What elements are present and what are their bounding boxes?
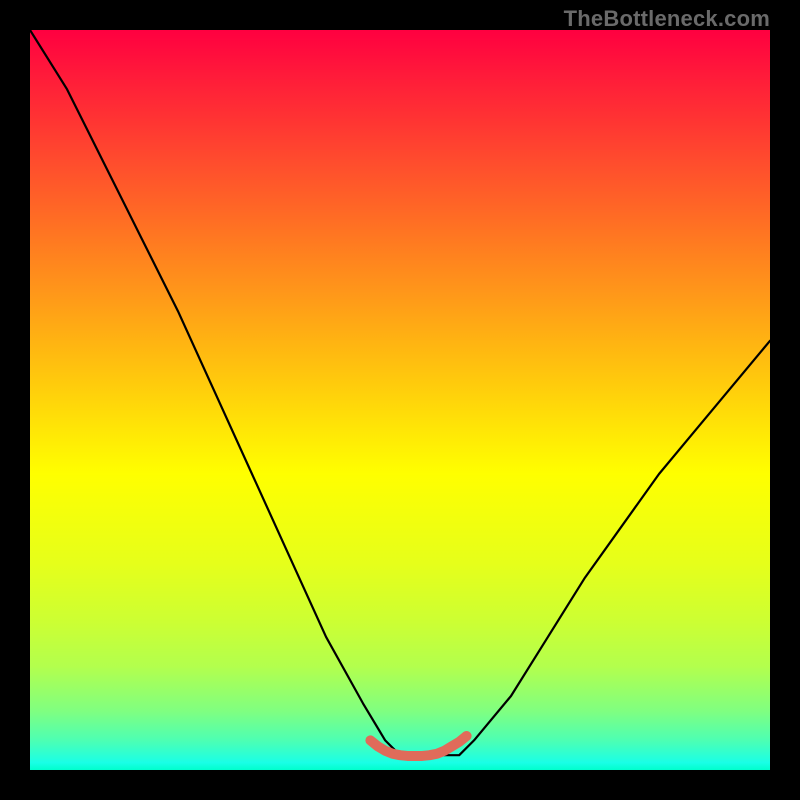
- plot-area: [30, 30, 770, 770]
- watermark-text: TheBottleneck.com: [564, 6, 770, 32]
- bottleneck-curve: [30, 30, 770, 755]
- curve-layer: [30, 30, 770, 770]
- chart-frame: TheBottleneck.com: [0, 0, 800, 800]
- optimal-band: [370, 736, 466, 756]
